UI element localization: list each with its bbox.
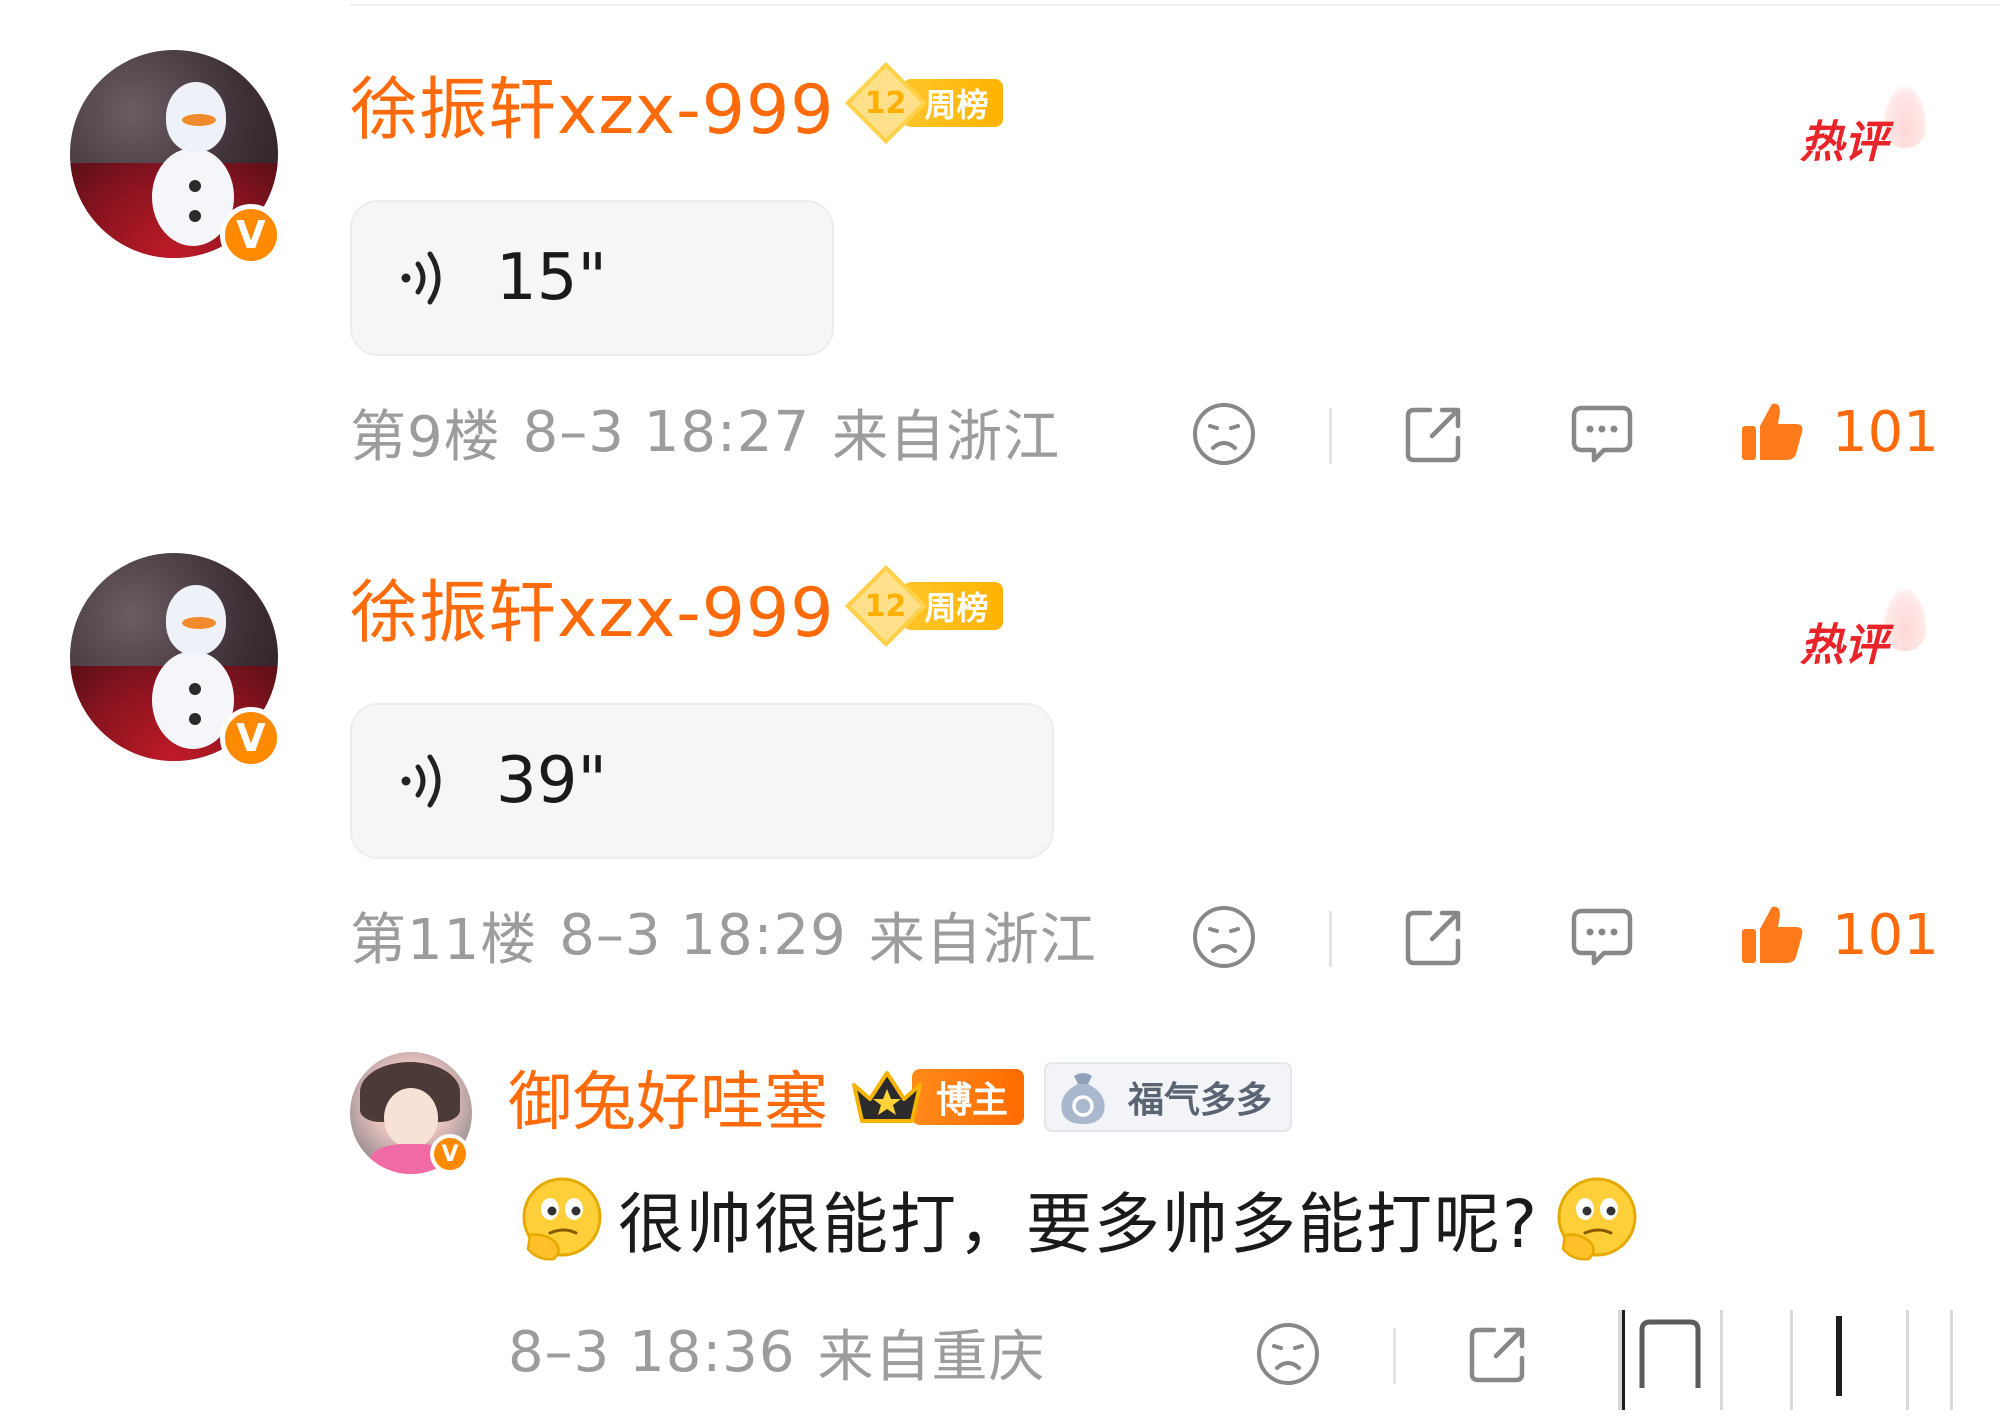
voice-duration: 15" (496, 241, 607, 315)
sound-wave-icon (401, 754, 441, 808)
weekly-rank-badge[interactable]: 12 周榜 (844, 61, 1003, 145)
like-count: 101 (1832, 902, 1939, 968)
share-button[interactable] (1400, 398, 1468, 470)
render-artifact (1836, 1316, 1842, 1396)
username[interactable]: 徐振轩xzx-999 (350, 557, 835, 656)
thumbs-up-icon (1742, 403, 1803, 460)
dislike-button[interactable] (1190, 398, 1258, 470)
location: 来自浙江 (832, 404, 1061, 470)
crown-icon (852, 1071, 922, 1123)
voice-message[interactable]: 39" (350, 703, 1054, 859)
render-artifact (1720, 1310, 1723, 1410)
comment-bubble-icon[interactable] (1632, 1314, 1708, 1390)
reply-username[interactable]: 御兔好哇塞 (508, 1051, 828, 1143)
rank-diamond-icon: 12 (844, 564, 927, 648)
like-button[interactable]: 101 (1738, 899, 1939, 971)
voice-duration: 39" (496, 744, 607, 818)
voice-message[interactable]: 15" (350, 200, 834, 356)
comment-bubble-icon (1571, 908, 1633, 966)
flame-icon (1882, 84, 1928, 148)
verified-badge-icon: V (220, 707, 282, 769)
location: 来自浙江 (868, 907, 1097, 973)
comment-button[interactable] (1568, 398, 1636, 470)
reply-dislike-button[interactable] (1254, 1318, 1322, 1390)
rank-diamond-icon: 12 (844, 61, 927, 145)
verified-badge-icon: V (220, 204, 282, 266)
timestamp: 8–3 18:27 (522, 399, 811, 465)
reply-text: 很帅很能打，要多帅多能打呢? (618, 1186, 1540, 1263)
dislike-button[interactable] (1190, 901, 1258, 973)
reply-location: 来自重庆 (817, 1324, 1046, 1390)
frown-face-icon (1193, 906, 1255, 968)
top-divider (350, 4, 2000, 6)
timestamp: 8–3 18:29 (559, 902, 847, 968)
reply-timestamp: 8–3 18:36 (508, 1319, 796, 1385)
render-artifact (1906, 1310, 1909, 1410)
share-icon (1405, 910, 1461, 966)
reply-share-button[interactable] (1464, 1318, 1532, 1390)
hot-comment-tag: 热评 (1800, 587, 1930, 671)
thinking-face-emoji-icon (522, 1177, 602, 1261)
render-artifact (1950, 1310, 1953, 1410)
render-artifact (1790, 1310, 1793, 1410)
frown-face-icon (1257, 1323, 1319, 1385)
comment-button[interactable] (1568, 901, 1636, 973)
render-artifact (1622, 1310, 1625, 1410)
floor-number: 第9楼 (350, 404, 501, 470)
sound-wave-icon (401, 251, 441, 305)
comment-item: V 徐振轩xzx-999 12 周榜 热评 15" 第9楼 8–3 18:27 … (0, 50, 2000, 470)
share-icon (1469, 1327, 1525, 1383)
floor-number: 第11楼 (350, 907, 538, 973)
verified-badge-icon: V (430, 1134, 470, 1174)
username[interactable]: 徐振轩xzx-999 (350, 54, 835, 153)
fortune-badge[interactable]: 福气多多 (1044, 1062, 1293, 1132)
comment-bubble-icon (1571, 405, 1633, 463)
like-button[interactable]: 101 (1738, 396, 1939, 468)
frown-face-icon (1193, 403, 1255, 465)
share-icon (1405, 407, 1461, 463)
thumbs-up-icon (1742, 906, 1803, 963)
reply-item: V 御兔好哇塞 博主 福气多多 很帅很能打，要多帅多能打呢? 8–3 18:36… (0, 1052, 2000, 1417)
flame-icon (1882, 587, 1928, 651)
share-button[interactable] (1400, 901, 1468, 973)
action-divider (1393, 1328, 1396, 1384)
fortune-bag-icon (1061, 1073, 1105, 1124)
weekly-rank-badge[interactable]: 12 周榜 (844, 564, 1003, 648)
like-count: 101 (1832, 399, 1939, 465)
action-divider (1329, 911, 1332, 967)
hot-comment-tag: 热评 (1800, 84, 1930, 168)
comment-item: V 徐振轩xzx-999 12 周榜 热评 39" 第11楼 8–3 18:29… (0, 553, 2000, 973)
action-divider (1329, 408, 1332, 464)
blogger-badge: 博主 (848, 1065, 1025, 1129)
thinking-face-emoji-icon (1557, 1177, 1637, 1261)
